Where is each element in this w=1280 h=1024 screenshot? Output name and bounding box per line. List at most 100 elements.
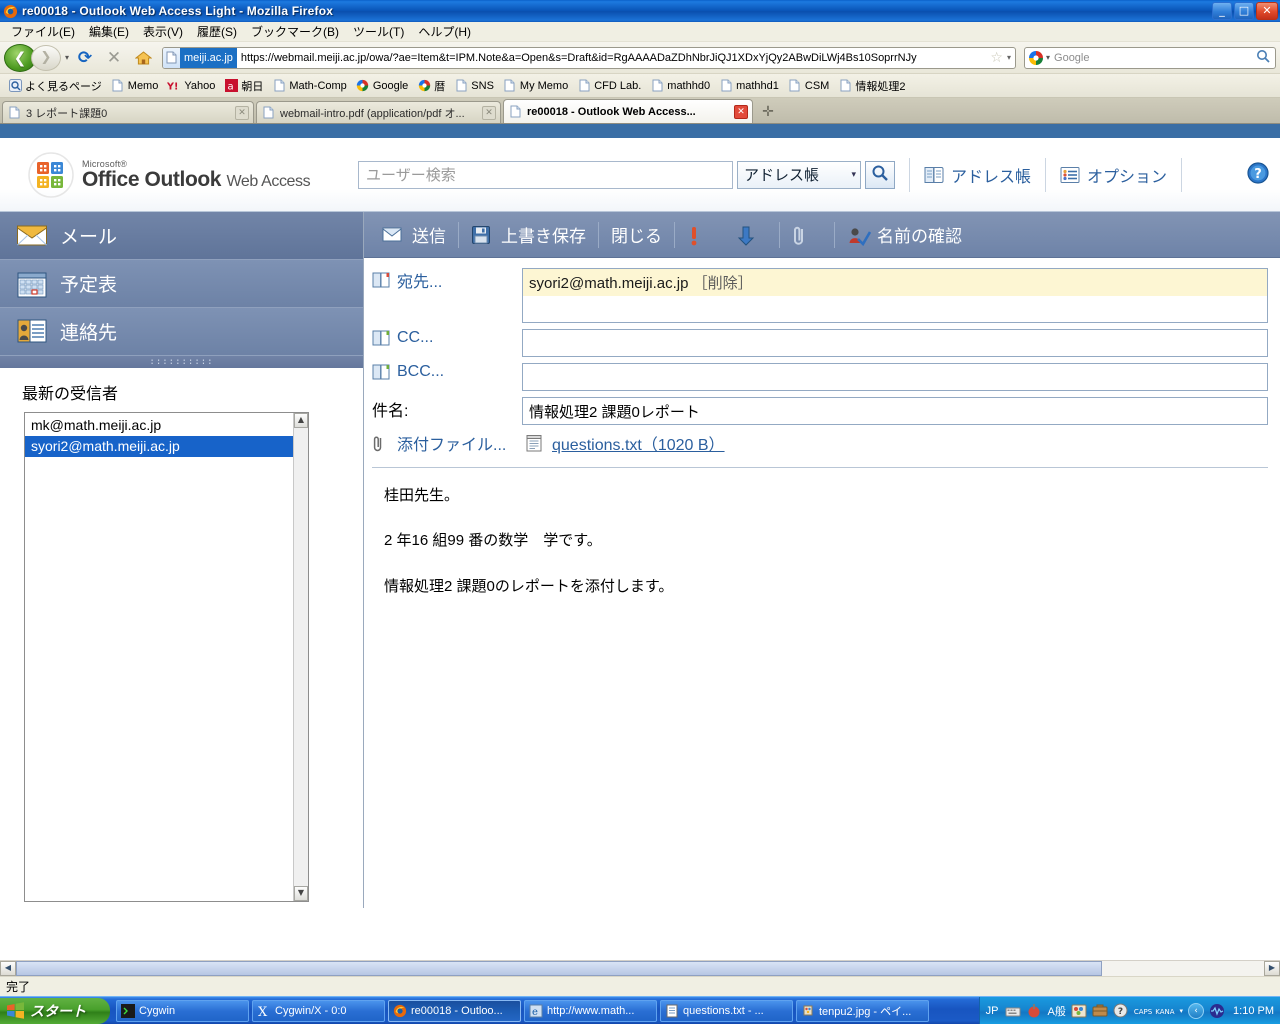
recent-list-scrollbar[interactable]: ▲ ▼ bbox=[293, 413, 308, 901]
scroll-right-button[interactable]: ▶ bbox=[1264, 961, 1280, 976]
menu-view[interactable]: 表示(V) bbox=[136, 21, 190, 42]
scroll-up-button[interactable]: ▲ bbox=[294, 413, 308, 428]
sidebar-item-calendar[interactable]: 予定表 bbox=[0, 260, 363, 308]
close-button[interactable]: ✕ bbox=[1256, 2, 1278, 20]
new-tab-button[interactable]: ✛ bbox=[757, 103, 779, 123]
address-book-link[interactable]: アドレス帳 bbox=[924, 163, 1031, 187]
list-item[interactable]: mk@math.meiji.ac.jp bbox=[25, 415, 293, 436]
start-button[interactable]: スタート bbox=[0, 997, 110, 1024]
keyboard-icon[interactable] bbox=[1005, 1003, 1021, 1019]
bookmark-item-my-memo[interactable]: My Memo bbox=[499, 78, 572, 94]
subject-input[interactable]: 情報処理2 課題0レポート bbox=[522, 397, 1268, 425]
recent-recipients-listbox[interactable]: mk@math.meiji.ac.jp syori2@math.meiji.ac… bbox=[24, 412, 309, 902]
show-hidden-icons-button[interactable]: ‹ bbox=[1188, 1002, 1205, 1019]
bookmark-item-mathhd1[interactable]: mathhd1 bbox=[715, 78, 783, 94]
minimize-button[interactable]: _ bbox=[1212, 2, 1232, 20]
send-button[interactable]: 送信 bbox=[372, 222, 456, 247]
close-icon[interactable]: ✕ bbox=[482, 105, 496, 120]
caps-kana-indicator[interactable]: CAPS KANA bbox=[1134, 1005, 1175, 1017]
attachment-item[interactable]: questions.txt（1020 B） bbox=[522, 431, 725, 455]
bookmark-item-mathhd0[interactable]: mathhd0 bbox=[646, 78, 714, 94]
taskbar-item-internet-explorer[interactable]: e http://www.math... bbox=[524, 999, 657, 1022]
url-input[interactable]: https://webmail.meiji.ac.jp/owa/?ae=Item… bbox=[237, 52, 988, 64]
bookmark-item-google[interactable]: Google bbox=[352, 78, 412, 94]
close-icon[interactable]: ✕ bbox=[734, 104, 748, 119]
help-icon[interactable]: ? bbox=[1113, 1003, 1129, 1019]
cc-input[interactable] bbox=[522, 329, 1268, 357]
ime-language-indicator[interactable]: JP bbox=[986, 1005, 999, 1017]
save-button[interactable]: 上書き保存 bbox=[461, 222, 596, 247]
bookmark-item-joho-shori-2[interactable]: 情報処理2 bbox=[834, 77, 909, 95]
cc-label-button[interactable]: CC... bbox=[364, 329, 522, 347]
taskbar-item-cygwin-x[interactable]: X Cygwin/X - 0:0 bbox=[252, 999, 385, 1022]
scroll-down-button[interactable]: ▼ bbox=[294, 886, 308, 901]
bookmark-item-memo[interactable]: Memo bbox=[107, 78, 163, 94]
high-priority-button[interactable] bbox=[677, 225, 727, 245]
menu-file[interactable]: ファイル(E) bbox=[4, 21, 82, 42]
taskbar-item-tenpu2-jpg[interactable]: tenpu2.jpg - ペイ... bbox=[796, 999, 929, 1022]
to-recipient-chip[interactable]: syori2@math.meiji.ac.jp ［削除］ bbox=[523, 269, 1267, 296]
chevron-down-icon[interactable]: ▾ bbox=[1180, 1007, 1184, 1015]
tab-re00018-outlook[interactable]: re00018 - Outlook Web Access... ✕ bbox=[503, 99, 753, 123]
scroll-left-button[interactable]: ◀ bbox=[0, 961, 16, 976]
to-label-button[interactable]: 宛先... bbox=[364, 268, 522, 292]
taskbar-item-firefox[interactable]: re00018 - Outloo... bbox=[388, 999, 521, 1022]
reload-icon[interactable]: ⟳ bbox=[72, 48, 98, 68]
maximize-button[interactable]: □ bbox=[1234, 2, 1254, 20]
menu-bookmarks[interactable]: ブックマーク(B) bbox=[244, 21, 346, 42]
ime-dict-icon[interactable] bbox=[1071, 1003, 1087, 1019]
home-icon[interactable] bbox=[130, 50, 156, 66]
menu-tools[interactable]: ツール(T) bbox=[346, 21, 411, 42]
close-icon[interactable]: ✕ bbox=[235, 105, 249, 120]
stop-icon[interactable]: ✕ bbox=[101, 48, 127, 68]
list-item[interactable]: syori2@math.meiji.ac.jp bbox=[25, 436, 293, 457]
url-dropdown-icon[interactable]: ▾ bbox=[1006, 53, 1015, 62]
bookmark-item-calendar[interactable]: 暦 bbox=[413, 77, 449, 95]
search-magnifier-icon[interactable] bbox=[1256, 49, 1275, 66]
bookmark-item-cfd-lab[interactable]: CFD Lab. bbox=[573, 78, 645, 94]
user-search-input[interactable]: ユーザー検索 bbox=[358, 160, 733, 189]
chevron-down-icon[interactable]: ▾ bbox=[65, 53, 69, 62]
to-input[interactable]: syori2@math.meiji.ac.jp ［削除］ bbox=[522, 268, 1268, 323]
menu-edit[interactable]: 編集(E) bbox=[82, 21, 136, 42]
ime-pad-icon[interactable] bbox=[1026, 1003, 1042, 1019]
forward-arrow-icon[interactable]: ❯ bbox=[31, 44, 61, 71]
menu-help[interactable]: ヘルプ(H) bbox=[411, 21, 478, 42]
close-compose-button[interactable]: 閉じる bbox=[601, 222, 672, 247]
browser-search-bar[interactable]: ▾ Google bbox=[1024, 46, 1276, 69]
attach-label-button[interactable]: 添付ファイル... bbox=[364, 431, 522, 455]
search-go-button[interactable] bbox=[865, 160, 895, 189]
sidebar-resize-grip[interactable]: :::::::::: bbox=[0, 356, 364, 368]
taskbar-item-questions-txt[interactable]: questions.txt - ... bbox=[660, 999, 793, 1022]
sidebar-item-contacts[interactable]: 連絡先 bbox=[0, 308, 363, 356]
low-priority-button[interactable] bbox=[727, 225, 777, 246]
url-bar[interactable]: meiji.ac.jp https://webmail.meiji.ac.jp/… bbox=[162, 46, 1016, 69]
bookmark-star-icon[interactable]: ☆ bbox=[987, 50, 1006, 66]
bookmark-item-yahoo[interactable]: Y! Yahoo bbox=[163, 78, 219, 94]
search-engine-dropdown-icon[interactable]: ▾ bbox=[1046, 53, 1050, 62]
scrollbar-track[interactable] bbox=[16, 961, 1264, 976]
to-recipient-remove-link[interactable]: ［削除］ bbox=[693, 275, 753, 292]
taskbar-item-cygwin[interactable]: Cygwin bbox=[116, 999, 249, 1022]
attachment-link[interactable]: questions.txt（1020 B） bbox=[552, 431, 725, 455]
search-scope-select[interactable]: アドレス帳 ▾ bbox=[737, 160, 861, 189]
tab-report-kadai0[interactable]: 3 レポート課題0 ✕ bbox=[2, 101, 254, 123]
message-body[interactable]: 桂田先生。 2 年16 組99 番の数学 学です。 情報処理2 課題0のレポート… bbox=[372, 467, 1268, 928]
tab-webmail-intro-pdf[interactable]: webmail-intro.pdf (application/pdf オ... … bbox=[256, 101, 501, 123]
bookmark-item-sns[interactable]: SNS bbox=[450, 78, 498, 94]
bookmark-item-csm[interactable]: CSM bbox=[784, 78, 833, 94]
check-names-button[interactable]: 名前の確認 bbox=[837, 222, 972, 247]
bcc-input[interactable] bbox=[522, 363, 1268, 391]
bookmark-item-asahi[interactable]: a 朝日 bbox=[220, 77, 267, 95]
ime-mode-indicator[interactable]: A般 bbox=[1047, 1003, 1065, 1019]
menu-history[interactable]: 履歴(S) bbox=[190, 21, 244, 42]
browser-search-input[interactable]: Google bbox=[1054, 52, 1256, 64]
options-link[interactable]: オプション bbox=[1060, 163, 1167, 187]
bcc-label-button[interactable]: BCC... bbox=[364, 363, 522, 381]
bookmark-item-most-visited[interactable]: よく見るページ bbox=[4, 77, 106, 95]
attach-file-button[interactable] bbox=[782, 225, 832, 245]
google-icon[interactable] bbox=[1028, 50, 1044, 66]
scrollbar-thumb[interactable] bbox=[16, 961, 1102, 976]
bookmark-item-math-comp[interactable]: Math-Comp bbox=[268, 78, 350, 94]
help-button[interactable]: ? bbox=[1246, 161, 1270, 188]
